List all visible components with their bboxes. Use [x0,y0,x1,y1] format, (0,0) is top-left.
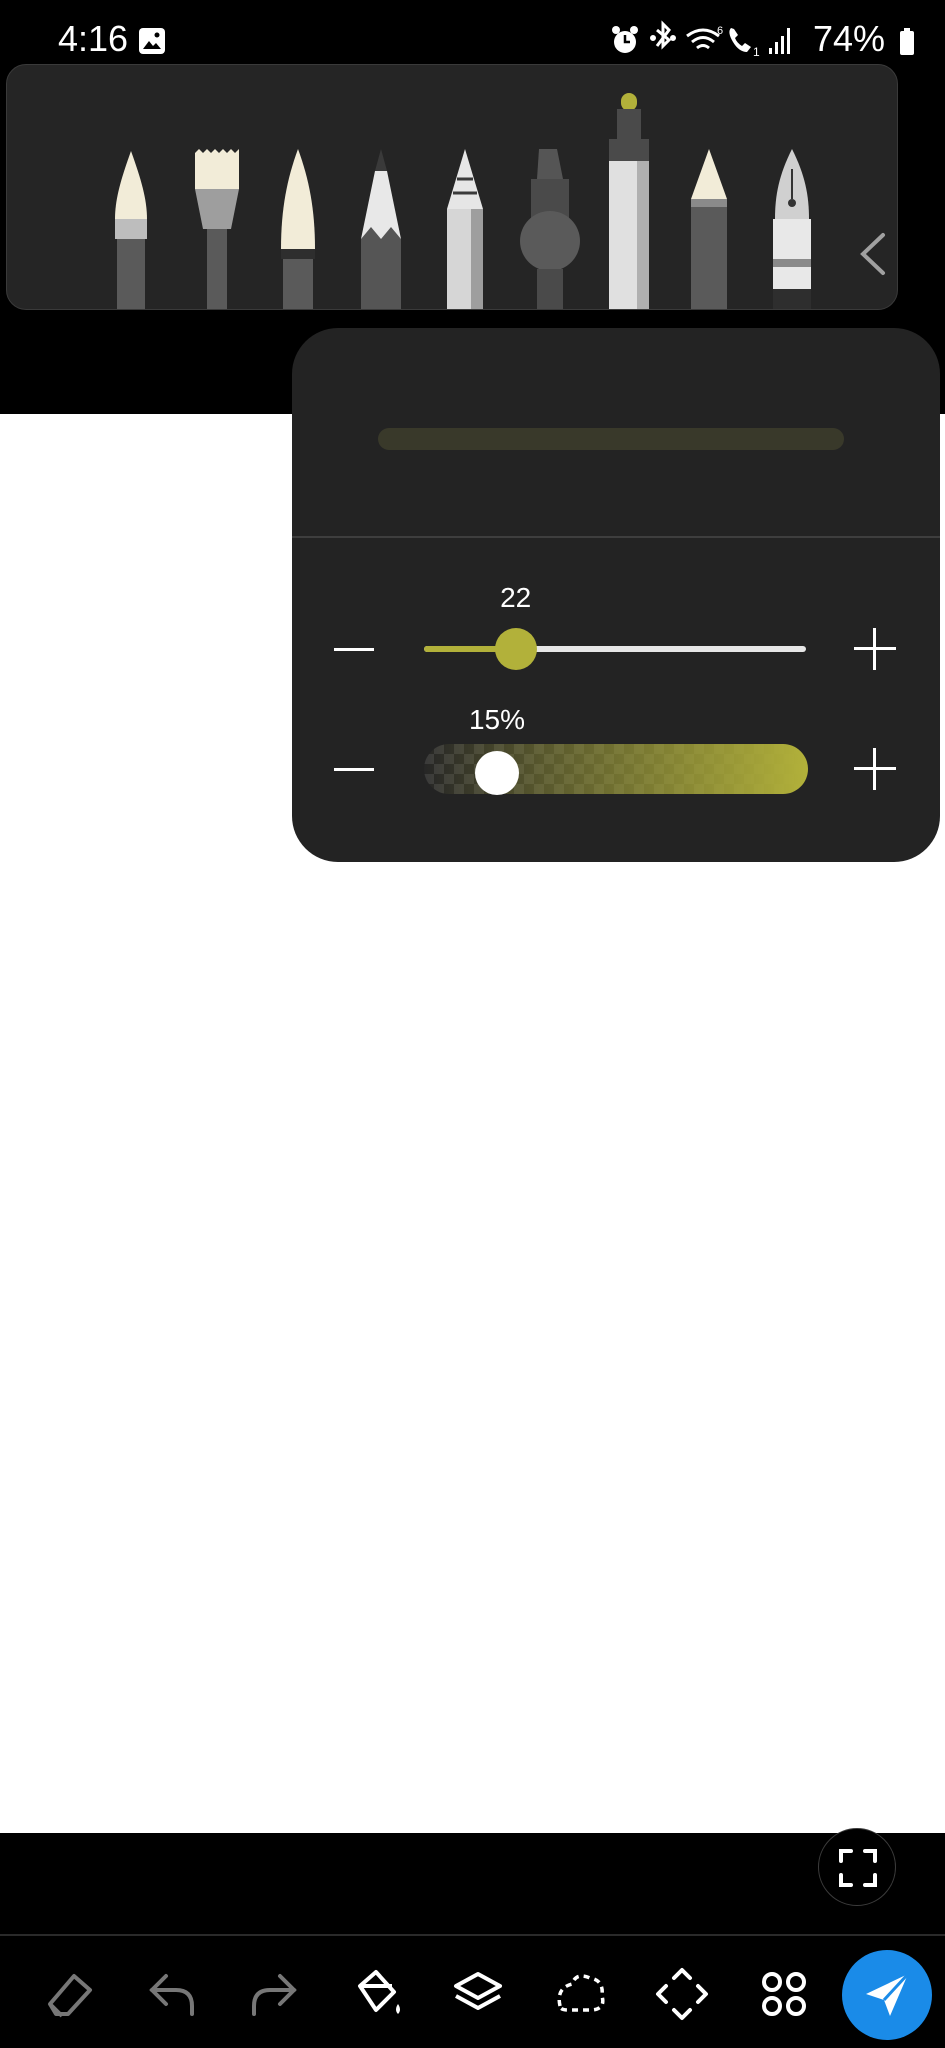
bluetooth-icon [650,20,676,50]
pen-marker-selected[interactable] [605,93,653,309]
size-slider-thumb[interactable] [494,628,537,670]
pen-brush[interactable] [111,149,151,309]
toolbar-divider [0,1934,945,1936]
pen-settings-panel: 22 15% [292,328,940,862]
pen-crayon[interactable] [687,149,731,309]
pen-charcoal[interactable] [443,149,487,309]
battery-percent: 74% [812,18,885,59]
transform-icon[interactable] [652,1964,712,2024]
opacity-increase-button[interactable] [854,748,896,790]
gallery-icon [139,28,165,54]
fullscreen-icon [839,1849,877,1887]
signal-icon [769,28,790,54]
opacity-decrease-button[interactable] [334,768,374,771]
pen-tray [6,64,898,310]
layers-icon[interactable] [448,1964,508,2024]
chevron-left-icon[interactable] [855,231,889,277]
lasso-icon[interactable] [550,1964,610,2024]
more-apps-icon[interactable] [754,1964,814,2024]
size-slider[interactable] [424,628,806,670]
size-value: 22 [500,582,532,613]
pen-fountain[interactable] [769,149,815,309]
pen-calligraphy[interactable] [277,149,319,309]
opacity-slider-thumb[interactable] [475,751,519,795]
pen-pencil[interactable] [359,149,403,309]
send-button[interactable] [842,1950,932,2040]
pen-airbrush[interactable] [517,149,583,309]
status-time: 4:16 [58,18,129,59]
undo-icon[interactable] [142,1964,202,2024]
call-icon: 1 [729,28,760,59]
panel-divider [292,536,940,538]
redo-icon[interactable] [244,1964,304,2024]
opacity-value: 15% [468,704,526,735]
svg-text:1: 1 [753,45,760,59]
stroke-preview [378,428,844,450]
size-increase-button[interactable] [854,628,896,670]
send-icon [866,1972,910,2016]
status-icons: 6 1 [612,20,790,59]
battery-icon [900,28,914,55]
fullscreen-button[interactable] [818,1828,896,1906]
svg-text:6: 6 [717,25,723,37]
paint-bucket-icon[interactable] [346,1964,406,2024]
pen-flat-brush[interactable] [191,149,243,309]
alarm-icon [612,26,638,53]
eraser-icon[interactable] [40,1964,100,2024]
size-decrease-button[interactable] [334,648,374,651]
wifi-icon: 6 [686,25,723,50]
